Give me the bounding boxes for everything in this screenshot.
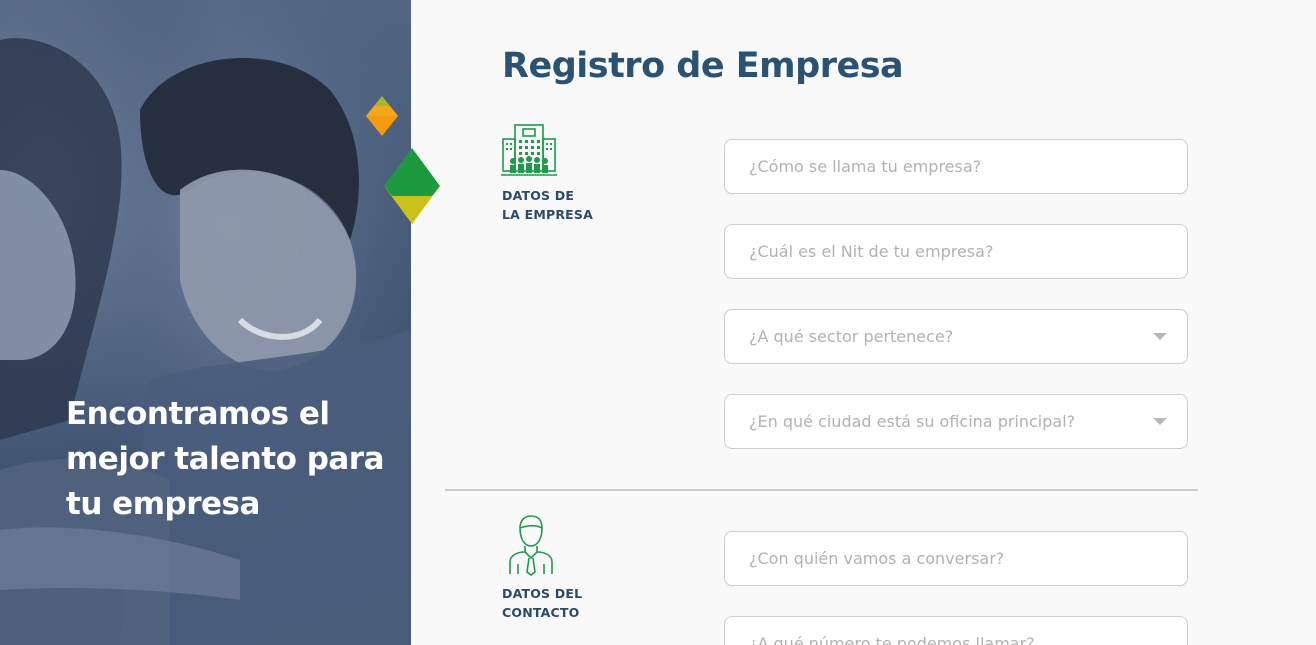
company-name-input[interactable]: ¿Cómo se llama tu empresa? bbox=[724, 139, 1188, 194]
contact-phone-input[interactable]: ¿A qué número te podemos llamar? bbox=[724, 616, 1188, 645]
company-nit-placeholder: ¿Cuál es el Nit de tu empresa? bbox=[749, 242, 994, 261]
hero-tagline: Encontramos el mejor talento para tu emp… bbox=[66, 396, 385, 522]
company-name-placeholder: ¿Cómo se llama tu empresa? bbox=[749, 157, 982, 176]
chevron-down-icon bbox=[1153, 418, 1167, 425]
section-label-company-line2: LA EMPRESA bbox=[502, 207, 593, 222]
orange-diamond-icon bbox=[366, 96, 398, 136]
section-divider bbox=[445, 489, 1198, 491]
contact-name-placeholder: ¿Con quién vamos a conversar? bbox=[749, 549, 1005, 568]
contact-name-input[interactable]: ¿Con quién vamos a conversar? bbox=[724, 531, 1188, 586]
green-diamond-icon bbox=[384, 148, 440, 224]
section-label-contact: DATOS DEL CONTACTO bbox=[502, 584, 632, 622]
section-label-company-line1: DATOS DE bbox=[502, 188, 575, 203]
company-nit-input[interactable]: ¿Cuál es el Nit de tu empresa? bbox=[724, 224, 1188, 279]
sector-select[interactable]: ¿A qué sector pertenece? bbox=[724, 309, 1188, 364]
chevron-down-icon bbox=[1153, 333, 1167, 340]
hero-panel: Encontramos el mejor talento para tu emp… bbox=[0, 0, 411, 645]
building-icon bbox=[501, 124, 557, 176]
sector-placeholder: ¿A qué sector pertenece? bbox=[749, 327, 954, 346]
city-placeholder: ¿En qué ciudad está su oficina principal… bbox=[749, 412, 1076, 431]
page-title: Registro de Empresa bbox=[502, 46, 904, 86]
hero-photo bbox=[0, 0, 411, 645]
contact-phone-placeholder: ¿A qué número te podemos llamar? bbox=[749, 634, 1035, 645]
section-label-company: DATOS DE LA EMPRESA bbox=[502, 186, 632, 224]
person-icon bbox=[509, 515, 553, 576]
city-select[interactable]: ¿En qué ciudad está su oficina principal… bbox=[724, 394, 1188, 449]
section-label-contact-line1: DATOS DEL bbox=[502, 586, 583, 601]
section-label-contact-line2: CONTACTO bbox=[502, 605, 580, 620]
